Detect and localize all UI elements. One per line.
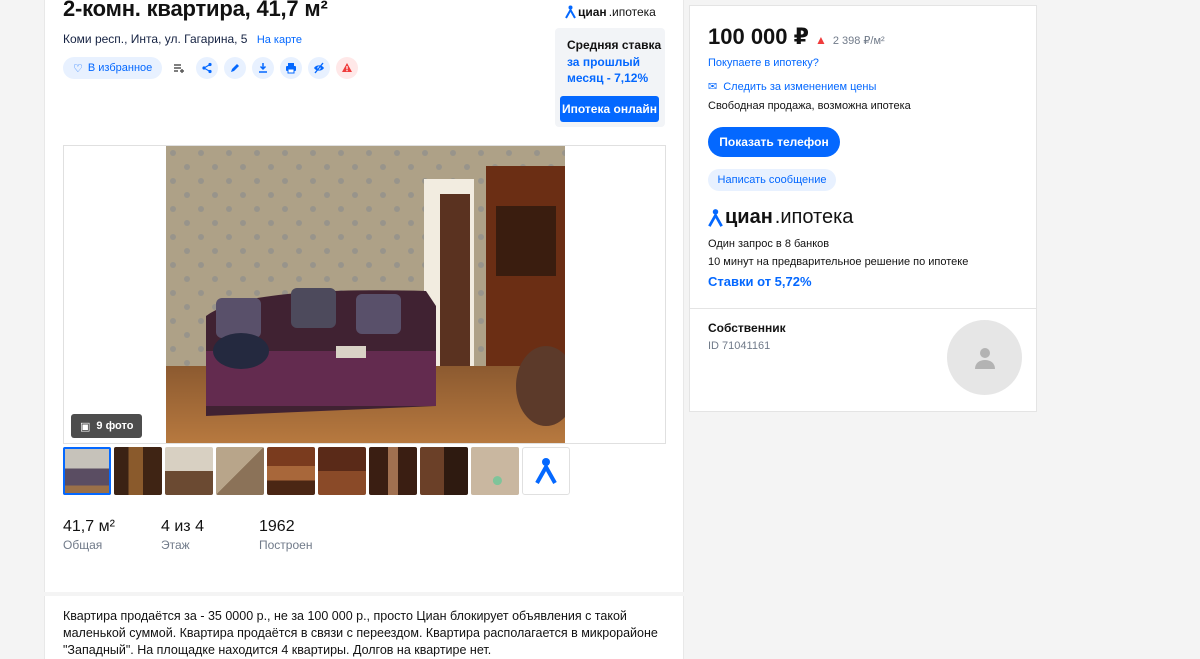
- stat-area: 41,7 м² Общая: [63, 518, 161, 552]
- user-icon: [974, 347, 995, 369]
- map-link[interactable]: На карте: [257, 34, 302, 46]
- printer-icon: [286, 63, 297, 74]
- stat-floor: 4 из 4 Этаж: [161, 518, 259, 552]
- rate-text: за прошлый месяц - 7,12%: [567, 55, 649, 85]
- favorite-button[interactable]: ♡ В избранное: [63, 57, 163, 79]
- listing-main-card: 2-комн. квартира, 41,7 м² Коми респ., Ин…: [44, 0, 684, 592]
- avatar[interactable]: [947, 320, 1022, 395]
- envelope-icon: ✉: [708, 81, 718, 93]
- cian-person-icon: [708, 208, 723, 227]
- decision-text: 10 минут на предварительное решение по и…: [708, 256, 969, 268]
- sale-type: Свободная продажа, возможна ипотека: [708, 100, 911, 112]
- divider: [690, 308, 1036, 309]
- owner-title: Собственник: [708, 321, 786, 335]
- price-up-arrow-icon[interactable]: ▲: [815, 33, 827, 47]
- stat-value: 4 из 4: [161, 518, 204, 535]
- thumbnail[interactable]: [63, 447, 111, 495]
- download-icon: [259, 63, 268, 73]
- listing-title: 2-комн. квартира, 41,7 м²: [63, 0, 328, 21]
- address-text: Коми респ., Инта, ул. Гагарина, 5: [63, 32, 248, 46]
- photo-gallery[interactable]: ▣ 9 фото: [63, 145, 666, 444]
- track-price-label: Следить за изменением цены: [723, 80, 877, 93]
- thumbnail[interactable]: [471, 447, 519, 495]
- cian-ipoteka-thumbnail[interactable]: [522, 447, 570, 495]
- edit-note-button[interactable]: [224, 57, 247, 79]
- stat-label: Построен: [259, 538, 313, 552]
- pencil-icon: [231, 64, 240, 72]
- mortgage-rate-box: Средняя ставка за прошлый месяц - 7,12% …: [555, 28, 665, 127]
- listing-address: Коми респ., Инта, ул. Гагарина, 5 На кар…: [63, 32, 302, 46]
- eye-off-icon: [314, 62, 325, 74]
- thumbnail[interactable]: [165, 447, 213, 495]
- photo-count-text: 9 фото: [96, 420, 134, 432]
- warning-icon: [342, 63, 353, 72]
- description-text: Квартира продаётся за - 35 0000 р., не з…: [63, 609, 658, 657]
- compare-button[interactable]: [168, 57, 190, 79]
- stat-built: 1962 Построен: [259, 518, 357, 552]
- hide-button[interactable]: [308, 57, 331, 79]
- mortgage-question-link[interactable]: Покупаете в ипотеку?: [708, 57, 819, 69]
- track-price-link[interactable]: ✉ Следить за изменением цены: [708, 80, 877, 94]
- list-add-icon: [174, 64, 185, 73]
- thumbnail[interactable]: [216, 447, 264, 495]
- thumbnail[interactable]: [369, 447, 417, 495]
- photo-count-badge[interactable]: ▣ 9 фото: [71, 414, 143, 438]
- cian-ipoteka-logo-large[interactable]: циан .ипотека: [708, 206, 853, 229]
- main-photo[interactable]: [166, 146, 565, 443]
- rate-title: Средняя ставка: [567, 38, 662, 52]
- download-button[interactable]: [252, 57, 275, 79]
- cian-logo-bold: циан: [578, 5, 607, 19]
- listing-actions: ♡ В избранное: [63, 57, 359, 79]
- stat-value: 1962: [259, 518, 295, 535]
- share-button[interactable]: [196, 57, 219, 79]
- cian-person-icon: [535, 458, 557, 484]
- owner-id: ID 71041161: [708, 340, 771, 352]
- listing-stats: 41,7 м² Общая 4 из 4 Этаж 1962 Построен: [63, 518, 357, 552]
- thumbnail[interactable]: [420, 447, 468, 495]
- description-card: Квартира продаётся за - 35 0000 р., не з…: [44, 596, 684, 659]
- price-sidebar: 100 000 ₽ ▲ 2 398 ₽/м² Покупаете в ипоте…: [689, 5, 1037, 412]
- thumbnail[interactable]: [318, 447, 366, 495]
- favorite-label: В избранное: [87, 62, 153, 74]
- thumbnail-strip: [63, 447, 570, 495]
- banks-text: Один запрос в 8 банков: [708, 238, 830, 250]
- price-per-m2: 2 398 ₽/м²: [832, 35, 885, 47]
- price-block: 100 000 ₽ ▲ 2 398 ₽/м²: [708, 24, 885, 50]
- heart-icon: ♡: [73, 62, 83, 75]
- thumbnail[interactable]: [267, 447, 315, 495]
- cian-ipoteka-logo[interactable]: циан .ипотека: [565, 5, 656, 19]
- thumbnail[interactable]: [114, 447, 162, 495]
- print-button[interactable]: [280, 57, 303, 79]
- show-phone-button[interactable]: Показать телефон: [708, 127, 840, 157]
- ipoteka-logo-rest: .ипотека: [774, 206, 854, 228]
- camera-icon: ▣: [80, 420, 91, 433]
- cian-logo-rest: .ипотека: [608, 5, 656, 19]
- cian-person-icon: [565, 5, 576, 19]
- rates-link[interactable]: Ставки от 5,72%: [708, 274, 812, 289]
- write-message-button[interactable]: Написать сообщение: [708, 169, 836, 191]
- mortgage-online-button[interactable]: Ипотека онлайн: [560, 96, 659, 122]
- stat-label: Общая: [63, 538, 103, 552]
- price-value: 100 000 ₽: [708, 24, 809, 49]
- stat-value: 41,7 м²: [63, 518, 115, 535]
- share-icon: [202, 62, 212, 74]
- stat-label: Этаж: [161, 538, 190, 552]
- ipoteka-logo-bold: циан: [725, 206, 773, 228]
- report-button[interactable]: [336, 57, 359, 79]
